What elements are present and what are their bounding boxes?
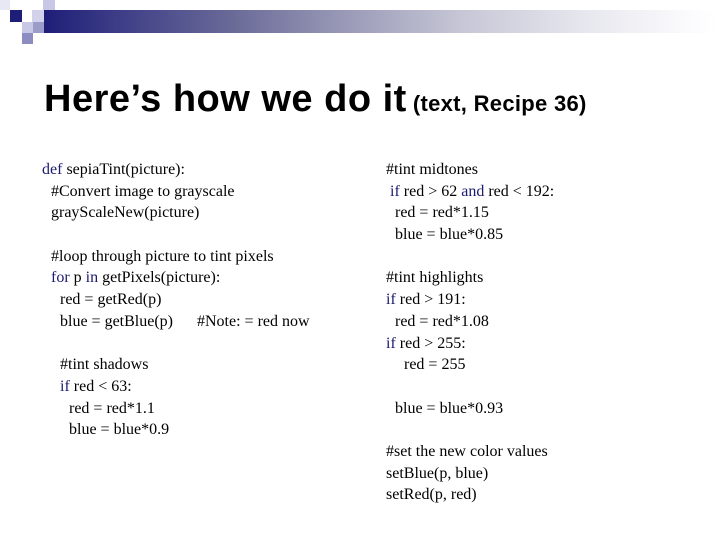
code-keyword: if <box>386 334 396 352</box>
code-text: sepiaTint(picture): <box>62 161 185 178</box>
code-line: #tint shadows <box>42 354 310 376</box>
slide-title: Here’s how we do it (text, Recipe 36) <box>44 78 587 121</box>
code-text: setRed(p, red) <box>386 486 477 504</box>
code-column-left: def sepiaTint(picture): #Convert image to… <box>42 159 310 441</box>
deco-square-light <box>43 0 55 10</box>
code-line: if red < 63: <box>42 376 310 398</box>
code-text: blue = blue*0.93 <box>395 399 504 417</box>
code-text: setBlue(p, blue) <box>386 464 489 482</box>
code-text: blue = blue*0.85 <box>395 226 504 244</box>
code-column-right: #tint midtones if red > 62 and red < 192… <box>386 159 554 506</box>
code-text: red = getRed(p) <box>60 291 162 309</box>
code-text: red = red*1.15 <box>395 204 489 222</box>
code-text: #set the new color values <box>386 442 548 460</box>
code-text: red > 255: <box>395 334 466 352</box>
code-text: #tint shadows <box>60 356 149 374</box>
deco-square-medium <box>33 22 44 33</box>
code-text: red < 63: <box>69 377 132 395</box>
deco-square-dark <box>10 10 22 22</box>
code-line: def sepiaTint(picture): <box>42 159 310 181</box>
header-gradient-bar <box>44 10 716 33</box>
code-text: blue = getBlue(p) #Note: = red now <box>60 312 310 330</box>
code-text: red > 62 <box>399 182 462 200</box>
code-line: #loop through picture to tint pixels <box>42 246 310 268</box>
code-line: #tint highlights <box>386 267 554 289</box>
code-line: if red > 255: <box>386 333 554 355</box>
code-keyword: def <box>42 161 63 178</box>
code-keyword: for <box>51 269 70 287</box>
code-line: blue = getBlue(p) #Note: = red now <box>42 311 310 333</box>
code-line: blue = blue*0.93 <box>386 398 554 420</box>
code-keyword: if <box>60 377 70 395</box>
code-line: grayScaleNew(picture) <box>42 202 310 224</box>
header-decoration <box>0 0 720 50</box>
code-text: p <box>69 269 86 287</box>
code-line: red = getRed(p) <box>42 289 310 311</box>
code-text: getPixels(picture): <box>98 269 221 287</box>
deco-square-light <box>0 0 10 10</box>
code-line: #Convert image to grayscale <box>42 181 310 203</box>
code-keyword: and <box>461 182 485 200</box>
code-text: #loop through picture to tint pixels <box>51 247 274 265</box>
code-text: red > 191: <box>395 291 466 309</box>
code-text: #tint highlights <box>386 269 484 287</box>
code-text: #tint midtones <box>386 161 478 178</box>
code-line: if red > 191: <box>386 289 554 311</box>
code-text: red = 255 <box>404 356 466 374</box>
code-line: red = red*1.1 <box>42 398 310 420</box>
code-line: setBlue(p, blue) <box>386 463 554 485</box>
deco-square-medium <box>22 22 33 33</box>
deco-square-light <box>32 10 44 22</box>
code-line: blue = blue*0.9 <box>42 419 310 441</box>
title-main: Here’s how we do it <box>44 78 407 120</box>
code-line: red = red*1.15 <box>386 202 554 224</box>
code-line: if red > 62 and red < 192: <box>386 181 554 203</box>
code-line: red = 255 <box>386 354 554 376</box>
code-text: #Convert image to grayscale <box>51 182 235 200</box>
deco-square-medium <box>22 33 33 44</box>
code-text: red = red*1.08 <box>395 312 489 330</box>
code-keyword: in <box>85 269 99 287</box>
code-line: red = red*1.08 <box>386 311 554 333</box>
code-line: #tint midtones <box>386 159 554 181</box>
code-line: setRed(p, red) <box>386 484 554 506</box>
title-subtitle: (text, Recipe 36) <box>412 91 587 116</box>
code-line: #set the new color values <box>386 441 554 463</box>
code-text: red = red*1.1 <box>69 399 155 417</box>
code-line: for p in getPixels(picture): <box>42 267 310 289</box>
code-text: red < 192: <box>484 182 555 200</box>
code-text: blue = blue*0.9 <box>69 421 170 439</box>
code-keyword: if <box>390 182 400 200</box>
code-line: blue = blue*0.85 <box>386 224 554 246</box>
code-keyword: if <box>386 291 396 309</box>
code-text: grayScaleNew(picture) <box>51 204 200 222</box>
